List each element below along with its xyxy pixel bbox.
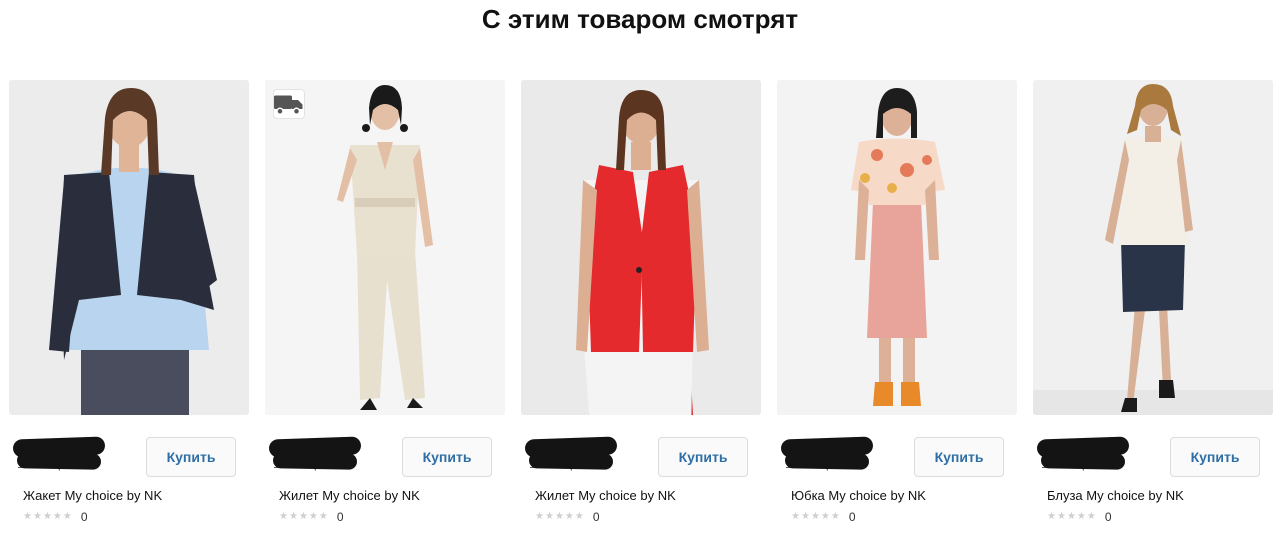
product-name[interactable]: Жакет My choice by NK <box>23 488 162 503</box>
product-photo-blouse <box>1033 80 1273 415</box>
product-carousel: 1 216 грн 1 520 грн Купить Жакет My choi… <box>9 80 1273 540</box>
product-name[interactable]: Жилет My choice by NK <box>535 488 676 503</box>
product-image[interactable] <box>265 80 505 415</box>
redaction-mark <box>784 452 870 470</box>
rating-stars[interactable]: ★ ★ ★ ★ ★ <box>535 512 584 522</box>
review-count[interactable]: 0 <box>337 510 344 524</box>
star-icon: ★ <box>830 511 840 522</box>
star-icon: ★ <box>52 511 62 522</box>
product-image[interactable] <box>777 80 1017 415</box>
free-delivery-badge <box>273 89 305 119</box>
star-icon: ★ <box>32 511 42 522</box>
section-title: С этим товаром смотрят <box>481 4 799 34</box>
product-card: 1 072 грн 1 340 грн Купить Жилет My choi… <box>521 80 761 540</box>
rating-stars[interactable]: ★ ★ ★ ★ ★ <box>279 512 328 522</box>
redaction-mark <box>272 452 358 470</box>
redaction-mark <box>528 452 614 470</box>
star-icon: ★ <box>1076 511 1086 522</box>
star-icon: ★ <box>820 511 830 522</box>
review-count[interactable]: 0 <box>849 510 856 524</box>
star-icon: ★ <box>554 511 564 522</box>
product-card: 1 199 грн 1 499 грн Купить Юбка My choic… <box>777 80 1017 540</box>
product-name[interactable]: Жилет My choice by NK <box>279 488 420 503</box>
star-icon: ★ <box>1066 511 1076 522</box>
rating: ★ ★ ★ ★ ★ 0 <box>23 510 88 524</box>
star-icon: ★ <box>544 511 554 522</box>
star-icon: ★ <box>23 511 32 522</box>
buy-button[interactable]: Купить <box>914 437 1004 477</box>
rating: ★ ★ ★ ★ ★ 0 <box>791 510 856 524</box>
review-count[interactable]: 0 <box>593 510 600 524</box>
product-card: 1 199 грн 1 499 грн Купить Жилет My choi… <box>265 80 505 540</box>
star-icon: ★ <box>791 511 800 522</box>
product-photo-vest-red <box>521 80 761 415</box>
price-block: 1 072 грн 1 340 грн <box>524 436 649 474</box>
star-icon: ★ <box>62 511 72 522</box>
redaction-mark <box>16 452 102 470</box>
buy-button[interactable]: Купить <box>402 437 492 477</box>
product-card: 1 216 грн 1 520 грн Купить Жакет My choi… <box>9 80 249 540</box>
review-count[interactable]: 0 <box>1105 510 1112 524</box>
star-icon: ★ <box>298 511 308 522</box>
star-icon: ★ <box>535 511 544 522</box>
truck-icon <box>274 95 303 115</box>
product-photo-jacket <box>9 80 249 415</box>
star-icon: ★ <box>810 511 820 522</box>
buy-button[interactable]: Купить <box>146 437 236 477</box>
star-icon: ★ <box>1056 511 1066 522</box>
buy-button[interactable]: Купить <box>1170 437 1260 477</box>
star-icon: ★ <box>279 511 288 522</box>
price-block: 800 грн 1 000 грн <box>1036 436 1161 474</box>
product-image[interactable] <box>1033 80 1273 415</box>
rating-stars[interactable]: ★ ★ ★ ★ ★ <box>791 512 840 522</box>
rating: ★ ★ ★ ★ ★ 0 <box>1047 510 1112 524</box>
product-name[interactable]: Юбка My choice by NK <box>791 488 926 503</box>
buy-button[interactable]: Купить <box>658 437 748 477</box>
price-block: 1 216 грн 1 520 грн <box>12 436 137 474</box>
rating-stars[interactable]: ★ ★ ★ ★ ★ <box>1047 512 1096 522</box>
rating: ★ ★ ★ ★ ★ 0 <box>535 510 600 524</box>
product-image[interactable] <box>9 80 249 415</box>
product-photo-skirt <box>777 80 1017 415</box>
star-icon: ★ <box>574 511 584 522</box>
product-name[interactable]: Блуза My choice by NK <box>1047 488 1184 503</box>
star-icon: ★ <box>1047 511 1056 522</box>
star-icon: ★ <box>1086 511 1096 522</box>
product-image[interactable] <box>521 80 761 415</box>
price-block: 1 199 грн 1 499 грн <box>780 436 905 474</box>
star-icon: ★ <box>318 511 328 522</box>
star-icon: ★ <box>800 511 810 522</box>
star-icon: ★ <box>564 511 574 522</box>
redaction-mark <box>1040 452 1126 470</box>
rating-stars[interactable]: ★ ★ ★ ★ ★ <box>23 512 72 522</box>
star-icon: ★ <box>288 511 298 522</box>
rating: ★ ★ ★ ★ ★ 0 <box>279 510 344 524</box>
star-icon: ★ <box>42 511 52 522</box>
star-icon: ★ <box>308 511 318 522</box>
price-block: 1 199 грн 1 499 грн <box>268 436 393 474</box>
product-card: 800 грн 1 000 грн Купить Блуза My choice… <box>1033 80 1273 540</box>
review-count[interactable]: 0 <box>81 510 88 524</box>
